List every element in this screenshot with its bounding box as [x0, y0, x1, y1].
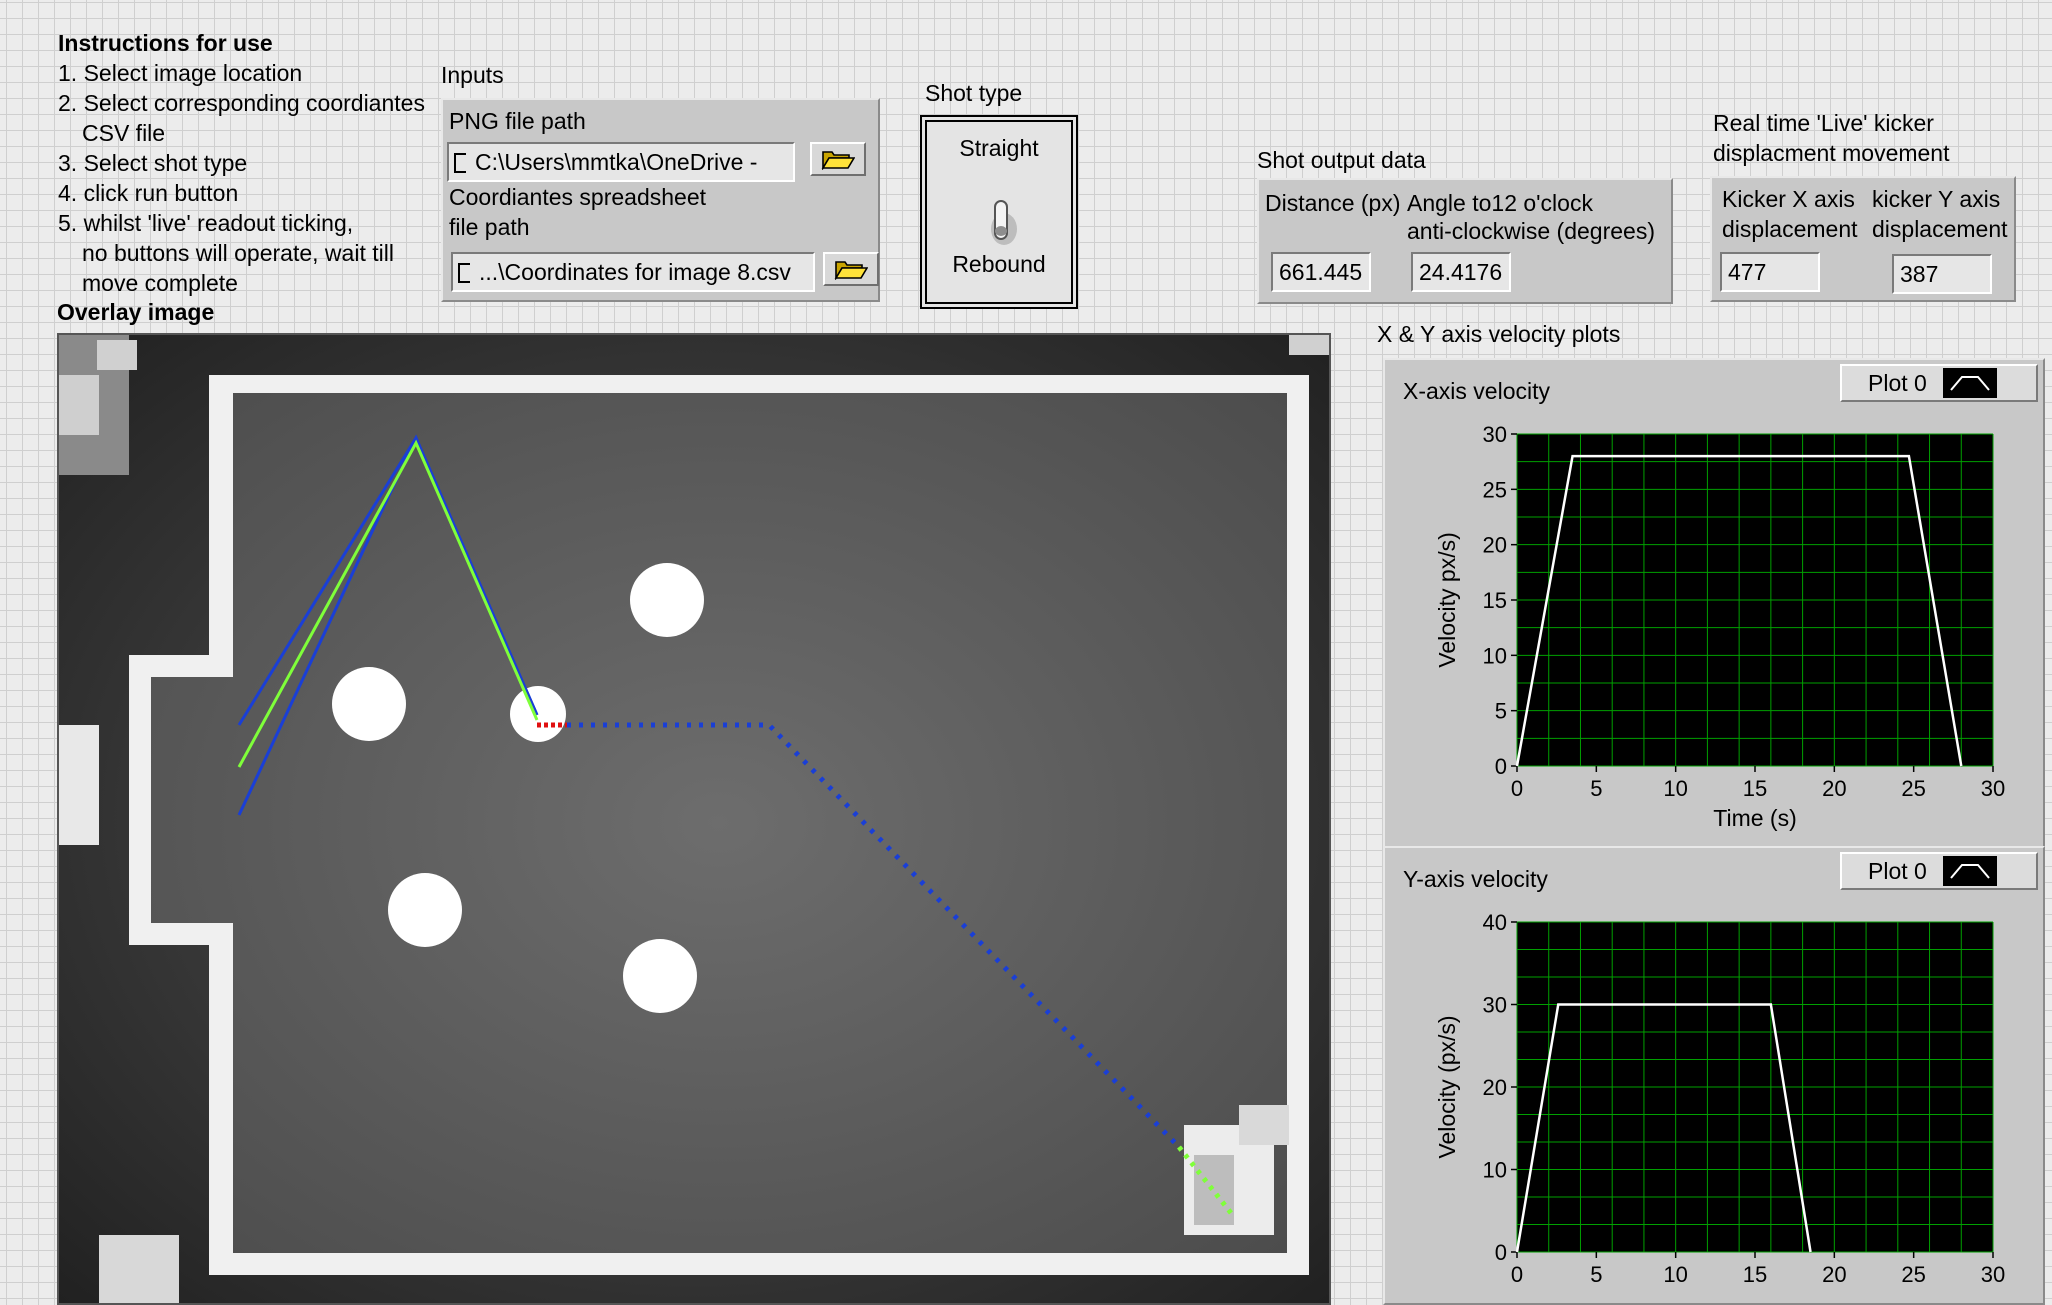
y-tick-label: 5: [1495, 699, 1507, 724]
png-path-field[interactable]: C:\Users\mmtka\OneDrive -: [447, 142, 795, 182]
y-tick-label: 10: [1483, 1158, 1507, 1183]
kicker-x-label-line1: Kicker X axis: [1722, 186, 1855, 212]
x-tick-label: 30: [1981, 776, 2005, 801]
png-path-value: C:\Users\mmtka\OneDrive -: [475, 149, 758, 175]
x-tick-label: 15: [1743, 776, 1767, 801]
x-tick-label: 5: [1590, 776, 1602, 801]
csv-browse-button[interactable]: [823, 252, 879, 286]
instruction-step: 5. whilst 'live' readout ticking,: [58, 210, 354, 236]
toggle-switch-icon[interactable]: [982, 193, 1022, 251]
y-velocity-chart-panel: Y-axis velocity Plot 0 0 5 10 15 20 25 30 0 10 20…: [1383, 846, 2045, 1305]
csv-path-field[interactable]: ...\Coordinates for image 8.csv: [451, 252, 815, 292]
kicker-x-label-line2: displacement: [1722, 216, 1858, 242]
kicker-y-label-line2: displacement: [1872, 216, 2008, 242]
overlay-image: [59, 335, 1329, 1303]
x-axis-label: Time (s): [1713, 805, 1796, 831]
x-tick-label: 30: [1981, 1262, 2005, 1287]
instruction-step: 2. Select corresponding coordiantes: [58, 90, 425, 116]
y-tick-label: 25: [1483, 477, 1507, 502]
y-tick-label: 40: [1483, 910, 1507, 935]
csv-path-label-line2: file path: [449, 214, 530, 240]
y-axis-label: Velocity (px/s): [1434, 1015, 1460, 1158]
x-tick-label: 10: [1663, 1262, 1687, 1287]
kicker-section-label-line1: Real time 'Live' kicker: [1713, 110, 1934, 136]
y-tick-label: 15: [1483, 588, 1507, 613]
y-tick-label: 0: [1495, 754, 1507, 779]
y-axis-label: Velocity px/s): [1434, 532, 1460, 668]
x-velocity-chart-panel: X-axis velocity Plot 0 0 5 10 15 20 25 30 0 5 10 1…: [1383, 358, 2045, 849]
shot-output-panel: Distance (px) Angle to12 o'clock anti-cl…: [1257, 178, 1673, 304]
y-velocity-chart: 0 5 10 15 20 25 30 0 10 20 30 40 Velocity (px/s): [1434, 910, 2005, 1287]
kicker-y-label-line1: kicker Y axis: [1872, 186, 2001, 212]
angle-label-line1: Angle to12 o'clock: [1407, 190, 1593, 216]
folder-open-icon: [834, 261, 868, 280]
csv-path-label-line1: Coordiantes spreadsheet: [449, 184, 706, 210]
png-path-label: PNG file path: [449, 108, 586, 134]
instructions-block: Instructions for use 1. Select image loc…: [58, 28, 425, 298]
instruction-step: 3. Select shot type: [58, 150, 248, 176]
x-velocity-chart: 0 5 10 15 20 25 30 0 5 10 15 20 25 30 Time (s) Velocity…: [1434, 422, 2005, 831]
instruction-step: no buttons will operate, wait till: [82, 240, 394, 266]
shot-type-straight[interactable]: Straight: [922, 133, 1076, 163]
x-tick-label: 20: [1822, 1262, 1846, 1287]
y-tick-label: 20: [1483, 1075, 1507, 1100]
kicker-panel: Kicker X axis displacement kicker Y axis…: [1710, 176, 2016, 302]
angle-label-line2: anti-clockwise (degrees): [1407, 218, 1655, 244]
x-tick-label: 0: [1511, 1262, 1523, 1287]
x-tick-label: 10: [1663, 776, 1687, 801]
instruction-step: 4. click run button: [58, 180, 239, 206]
velocity-plots-label: X & Y axis velocity plots: [1377, 321, 1621, 347]
instruction-step: move complete: [82, 270, 238, 296]
path-prefix-icon: [454, 153, 466, 173]
x-tick-label: 20: [1822, 776, 1846, 801]
x-tick-label: 5: [1590, 1262, 1602, 1287]
x-tick-label: 25: [1901, 1262, 1925, 1287]
instruction-step: CSV file: [82, 120, 166, 146]
path-prefix-icon: [458, 263, 470, 283]
distance-value: 661.445: [1271, 252, 1371, 292]
instruction-step: 1. Select image location: [58, 60, 303, 86]
inputs-section-label: Inputs: [441, 62, 504, 88]
shot-output-label: Shot output data: [1257, 147, 1426, 173]
folder-open-icon: [821, 151, 855, 170]
overlay-image-label: Overlay image: [57, 299, 215, 325]
y-tick-label: 10: [1483, 643, 1507, 668]
overlay-image-frame: [57, 333, 1331, 1305]
png-browse-button[interactable]: [810, 142, 866, 176]
y-tick-label: 0: [1495, 1240, 1507, 1265]
angle-value: 24.4176: [1411, 252, 1511, 292]
x-tick-label: 0: [1511, 776, 1523, 801]
instructions-title: Instructions for use: [58, 30, 273, 56]
kicker-x-value: 477: [1720, 252, 1820, 292]
distance-label: Distance (px): [1265, 190, 1401, 216]
y-tick-label: 20: [1483, 533, 1507, 558]
kicker-y-value: 387: [1892, 254, 1992, 294]
shot-type-label: Shot type: [925, 80, 1023, 106]
csv-path-value: ...\Coordinates for image 8.csv: [479, 259, 791, 285]
kicker-section-label-line2: displacment movement: [1713, 140, 1950, 166]
shot-type-toggle[interactable]: Straight Rebound: [920, 115, 1078, 309]
shot-type-rebound[interactable]: Rebound: [922, 249, 1076, 279]
x-tick-label: 25: [1901, 776, 1925, 801]
x-tick-label: 15: [1743, 1262, 1767, 1287]
y-tick-label: 30: [1483, 993, 1507, 1018]
inputs-panel: PNG file path C:\Users\mmtka\OneDrive - …: [441, 98, 880, 302]
y-tick-label: 30: [1483, 422, 1507, 447]
